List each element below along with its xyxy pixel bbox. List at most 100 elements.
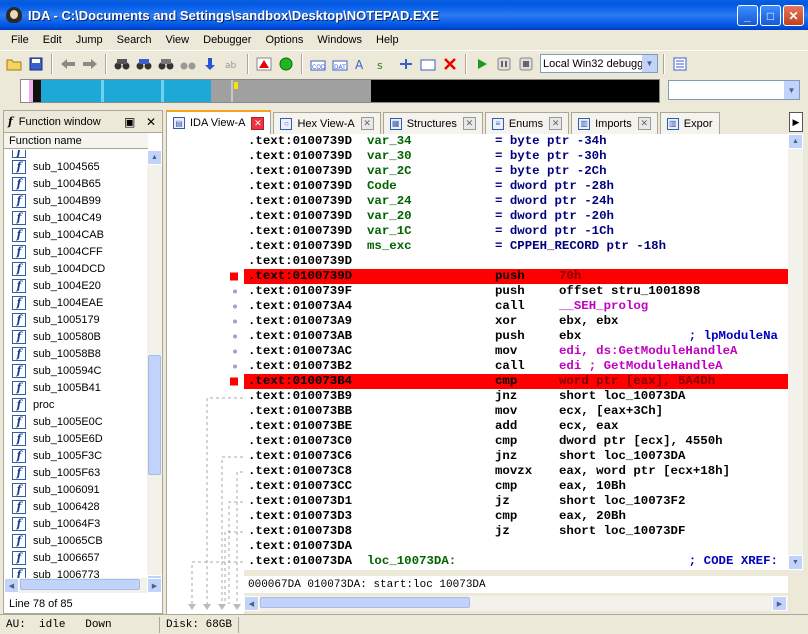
- disasm-line[interactable]: .text:0100739D push 70h: [244, 269, 788, 284]
- enum-icon[interactable]: [396, 54, 416, 74]
- list-item[interactable]: f proc: [4, 396, 148, 413]
- delete-x-icon[interactable]: [440, 54, 460, 74]
- disasm-line[interactable]: .text:0100739F push offset stru_1001898: [244, 284, 788, 299]
- chevron-down-icon[interactable]: ▼: [784, 81, 799, 99]
- scroll-down-icon[interactable]: ▼: [788, 555, 803, 570]
- list-item[interactable]: f sub_1004CFF: [4, 243, 148, 260]
- list-item[interactable]: f sub_1004DCD: [4, 260, 148, 277]
- warning-icon[interactable]: [254, 54, 274, 74]
- function-name-column-header[interactable]: Function name: [4, 133, 148, 149]
- list-item[interactable]: f sub_100580B: [4, 328, 148, 345]
- green-circle-icon[interactable]: [276, 54, 296, 74]
- disasm-line[interactable]: .text:010073B9 jnz short loc_10073DA: [244, 389, 788, 404]
- list-item[interactable]: f sub_1005B41: [4, 379, 148, 396]
- menu-search[interactable]: Search: [110, 34, 159, 46]
- close-icon[interactable]: ✕: [462, 117, 476, 130]
- disasm-line[interactable]: .text:0100739D: [244, 254, 788, 269]
- list-item[interactable]: f sub_1005179: [4, 311, 148, 328]
- list-item[interactable]: f sub_1004565: [4, 158, 148, 175]
- navigation-combo[interactable]: ▼: [668, 80, 800, 100]
- list-item[interactable]: f sub_100594C: [4, 362, 148, 379]
- pin-icon[interactable]: ▣: [124, 115, 135, 129]
- forward-arrow-icon[interactable]: [80, 54, 100, 74]
- disassembly-hscrollbar[interactable]: ◀ ▶: [244, 596, 788, 611]
- maximize-button[interactable]: □: [760, 5, 781, 26]
- function-list-hscrollbar[interactable]: ◀ ▶: [4, 578, 162, 593]
- disasm-line[interactable]: .text:0100739D ms_exc = CPPEH_RECORD ptr -…: [244, 239, 788, 254]
- menu-options[interactable]: Options: [258, 34, 310, 46]
- minimize-button[interactable]: _: [737, 5, 758, 26]
- disasm-line[interactable]: .text:010073DA: [244, 539, 788, 554]
- list-item[interactable]: f sub_1005E0C: [4, 413, 148, 430]
- tab-ida-view-a[interactable]: ▤ IDA View-A ✕: [166, 110, 272, 134]
- menu-file[interactable]: File: [4, 34, 36, 46]
- list-item[interactable]: f sub_1004E20: [4, 277, 148, 294]
- run-play-icon[interactable]: [472, 54, 492, 74]
- pause-icon[interactable]: [494, 54, 514, 74]
- disasm-line[interactable]: .text:010073AC mov edi, ds:GetModuleHandle…: [244, 344, 788, 359]
- disasm-line[interactable]: .text:010073A4 call __SEH_prolog: [244, 299, 788, 314]
- disasm-line[interactable]: .text:010073A9 xor ebx, ebx: [244, 314, 788, 329]
- scrollbar-thumb[interactable]: [20, 579, 140, 590]
- scroll-left-icon[interactable]: ◀: [244, 596, 259, 611]
- scroll-up-icon[interactable]: ▲: [147, 150, 162, 165]
- disasm-line[interactable]: .text:010073AB push ebx ; lpModuleNa: [244, 329, 788, 344]
- disasm-line[interactable]: .text:0100739D var_30 = byte ptr -30h: [244, 149, 788, 164]
- scroll-right-icon[interactable]: ▶: [772, 596, 787, 611]
- disasm-line[interactable]: .text:010073C0 cmp dword ptr [ecx], 4550h: [244, 434, 788, 449]
- menu-windows[interactable]: Windows: [310, 34, 369, 46]
- scrollbar-thumb[interactable]: [260, 597, 470, 608]
- scroll-right-icon[interactable]: ▶: [147, 578, 162, 593]
- list-item[interactable]: f sub_1006091: [4, 481, 148, 498]
- list-item[interactable]: f sub_1004C49: [4, 209, 148, 226]
- open-folder-icon[interactable]: [4, 54, 24, 74]
- disasm-line[interactable]: .text:010073C8 movzx eax, word ptr [ecx+18…: [244, 464, 788, 479]
- disasm-line[interactable]: .text:0100739D var_20 = dword ptr -20h: [244, 209, 788, 224]
- breakpoint-marker[interactable]: [230, 272, 238, 281]
- search-text-icon[interactable]: [134, 54, 154, 74]
- list-item[interactable]: f sub_1004B99: [4, 192, 148, 209]
- disasm-line[interactable]: .text:0100739D Code = dword ptr -28h: [244, 179, 788, 194]
- tab-exports[interactable]: ▥ Expor: [659, 112, 720, 134]
- list-item[interactable]: f sub_10064F3: [4, 515, 148, 532]
- disasm-line[interactable]: .text:010073BB mov ecx, [eax+3Ch]: [244, 404, 788, 419]
- list-item[interactable]: f sub_10058B8: [4, 345, 148, 362]
- disasm-line[interactable]: .text:010073CC cmp eax, 10Bh: [244, 479, 788, 494]
- back-arrow-icon[interactable]: [58, 54, 78, 74]
- close-icon[interactable]: ✕: [251, 116, 265, 130]
- menu-edit[interactable]: Edit: [36, 34, 69, 46]
- list-item[interactable]: f sub_1004EAE: [4, 294, 148, 311]
- list-item[interactable]: f sub_1005F3C: [4, 447, 148, 464]
- disasm-line[interactable]: .text:010073B4 cmp word ptr [eax], 5A4Dh: [244, 374, 788, 389]
- disasm-line[interactable]: .text:0100739D var_24 = dword ptr -24h: [244, 194, 788, 209]
- options-list-icon[interactable]: [670, 54, 690, 74]
- debugger-select[interactable]: Local Win32 debugge ▼: [540, 54, 658, 73]
- tab-structures[interactable]: ▦ Structures ✕: [382, 112, 483, 134]
- menu-jump[interactable]: Jump: [69, 34, 110, 46]
- list-item[interactable]: f sub_1004CAB: [4, 226, 148, 243]
- breakpoint-marker[interactable]: [230, 377, 238, 386]
- edit-icon[interactable]: [418, 54, 438, 74]
- tab-scroll-right-icon[interactable]: ▶: [789, 112, 803, 132]
- disasm-line[interactable]: .text:010073DA loc_10073DA: ; CODE XREF:: [244, 554, 788, 569]
- list-item[interactable]: f sub_1006428: [4, 498, 148, 515]
- disasm-line[interactable]: .text:010073D3 cmp eax, 20Bh: [244, 509, 788, 524]
- disasm-line[interactable]: .text:0100739D var_34 = byte ptr -34h: [244, 134, 788, 149]
- save-icon[interactable]: [26, 54, 46, 74]
- close-icon[interactable]: ✕: [146, 115, 156, 129]
- tab-imports[interactable]: ▥ Imports ✕: [571, 112, 658, 134]
- mark-icon[interactable]: ab: [222, 54, 242, 74]
- disasm-line[interactable]: .text:010073B2 call edi ; GetModuleHandleA: [244, 359, 788, 374]
- stop-icon[interactable]: [516, 54, 536, 74]
- close-icon[interactable]: ✕: [549, 117, 563, 130]
- list-item[interactable]: f sub_1006657: [4, 549, 148, 566]
- disasm-line[interactable]: .text:010073D8 jz short loc_10073DF: [244, 524, 788, 539]
- search-binary-icon[interactable]: [156, 54, 176, 74]
- close-icon[interactable]: ✕: [637, 117, 651, 130]
- menu-debugger[interactable]: Debugger: [196, 34, 258, 46]
- menu-view[interactable]: View: [158, 34, 196, 46]
- struct-icon[interactable]: s: [374, 54, 394, 74]
- search-next-icon[interactable]: [178, 54, 198, 74]
- scroll-up-icon[interactable]: ▲: [788, 134, 803, 149]
- scrollbar-thumb[interactable]: [148, 355, 161, 475]
